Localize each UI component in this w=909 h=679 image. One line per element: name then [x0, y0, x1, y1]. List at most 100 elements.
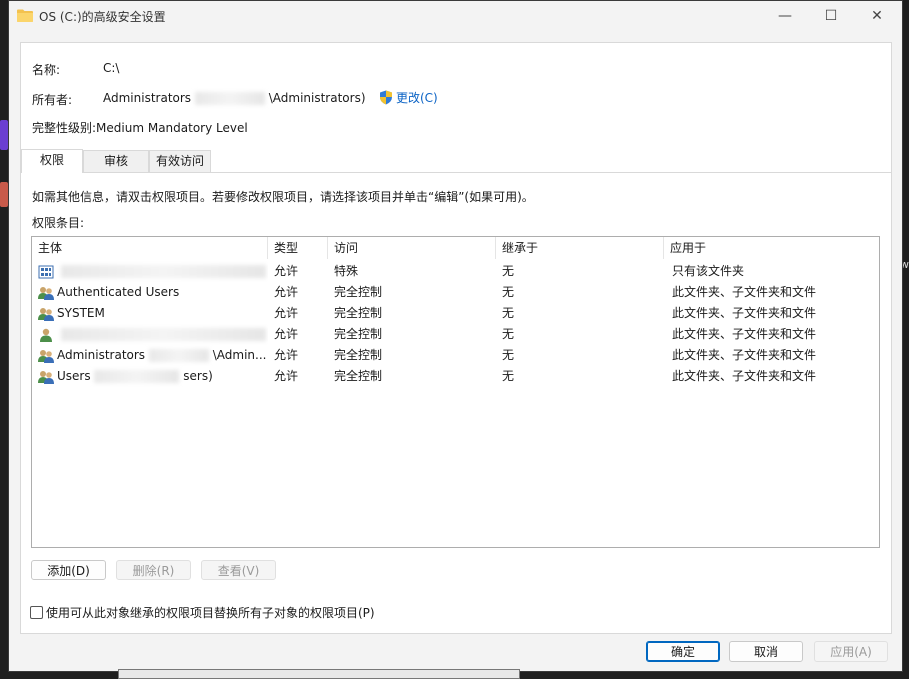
table-row[interactable]: 允许 特殊 无 只有该文件夹 — [32, 261, 879, 282]
inherited-cell: 无 — [502, 306, 515, 320]
type-cell: 允许 — [274, 264, 299, 278]
close-button[interactable]: ✕ — [854, 1, 900, 31]
inherited-cell: 无 — [502, 327, 515, 341]
replace-child-permissions-row[interactable]: 使用可从此对象继承的权限项目替换所有子对象的权限项目(P) — [30, 604, 375, 621]
inherited-cell: 无 — [502, 285, 515, 299]
folder-icon — [17, 9, 33, 22]
close-icon: ✕ — [871, 8, 883, 24]
single-user-icon — [40, 328, 52, 342]
applies-to-cell: 此文件夹、子文件夹和文件 — [672, 348, 817, 362]
owner-row: 所有者: Administrators \Administrators) 更改(… — [32, 90, 438, 108]
background-window-edge — [118, 669, 520, 679]
redacted-region — [148, 349, 209, 362]
inherited-cell: 无 — [502, 264, 515, 278]
access-cell: 完全控制 — [334, 306, 383, 320]
view-button[interactable]: 查看(V) — [201, 560, 276, 580]
tab-bar: 权限 审核 有效访问 — [21, 149, 891, 173]
permission-entries-table[interactable]: 主体 类型 访问 继承于 应用于 允许 特殊 无 只有该文件夹 Authenti… — [31, 236, 880, 548]
table-row[interactable]: Users sers) 允许 完全控制 无 此文件夹、子文件夹和文件 — [32, 366, 879, 387]
principal-name: Users — [57, 369, 91, 383]
table-row[interactable]: Authenticated Users 允许 完全控制 无 此文件夹、子文件夹和… — [32, 282, 879, 303]
principal-cell: Authenticated Users — [32, 282, 268, 303]
type-cell: 允许 — [274, 348, 299, 362]
permission-entries-label: 权限条目: — [32, 216, 85, 230]
redacted-region — [194, 92, 265, 105]
advanced-security-settings-window: OS (C:)的高级安全设置 — ☐ ✕ 名称: C:\ 所有者: Admini… — [8, 0, 903, 672]
group-users-icon — [38, 286, 54, 300]
type-cell: 允许 — [274, 327, 299, 341]
group-users-icon — [38, 349, 54, 363]
app-package-icon — [38, 265, 54, 278]
access-cell: 完全控制 — [334, 285, 383, 299]
applies-to-cell: 只有该文件夹 — [672, 264, 745, 278]
access-cell: 特殊 — [334, 264, 359, 278]
type-cell: 允许 — [274, 369, 299, 383]
maximize-button[interactable]: ☐ — [808, 1, 854, 31]
replace-child-permissions-label: 使用可从此对象继承的权限项目替换所有子对象的权限项目(P) — [46, 606, 375, 620]
owner-label: 所有者: — [32, 93, 73, 107]
add-button[interactable]: 添加(D) — [31, 560, 106, 580]
group-users-icon — [38, 370, 54, 384]
change-owner-label: 更改(C) — [396, 91, 438, 105]
name-value: C:\ — [103, 61, 120, 75]
tab-permissions[interactable]: 权限 — [21, 149, 83, 173]
background-window-accent — [0, 120, 8, 150]
replace-child-permissions-checkbox[interactable] — [30, 606, 43, 619]
access-cell: 完全控制 — [334, 348, 383, 362]
uac-shield-icon — [380, 90, 392, 105]
principal-cell: SYSTEM — [32, 303, 268, 324]
background-window-accent-2 — [0, 182, 8, 207]
change-owner-link[interactable]: 更改(C) — [379, 89, 438, 106]
integrity-value: Medium Mandatory Level — [96, 121, 248, 135]
instruction-text: 如需其他信息，请双击权限项目。若要修改权限项目，请选择该项目并单击“编辑”(如果… — [32, 190, 534, 204]
integrity-label: 完整性级别: — [32, 121, 97, 135]
column-header-applies-to[interactable]: 应用于 — [664, 237, 879, 259]
inherited-cell: 无 — [502, 348, 515, 362]
group-users-icon — [38, 307, 54, 321]
column-header-type[interactable]: 类型 — [268, 237, 328, 259]
type-cell: 允许 — [274, 285, 299, 299]
inherited-cell: 无 — [502, 369, 515, 383]
principal-cell: Administrators \Admin... — [32, 345, 268, 366]
redacted-region — [94, 370, 180, 383]
remove-button[interactable]: 删除(R) — [116, 560, 191, 580]
table-row[interactable]: Administrators \Admin... 允许 完全控制 无 此文件夹、… — [32, 345, 879, 366]
column-header-access[interactable]: 访问 — [328, 237, 496, 259]
principal-cell — [32, 261, 268, 282]
window-title: OS (C:)的高级安全设置 — [39, 10, 166, 24]
applies-to-cell: 此文件夹、子文件夹和文件 — [672, 306, 817, 320]
table-header: 主体 类型 访问 继承于 应用于 — [32, 237, 879, 259]
principal-cell — [32, 324, 268, 345]
integrity-row: 完整性级别:Medium Mandatory Level — [32, 119, 248, 136]
ok-button[interactable]: 确定 — [646, 641, 720, 662]
access-cell: 完全控制 — [334, 327, 383, 341]
applies-to-cell: 此文件夹、子文件夹和文件 — [672, 327, 817, 341]
dialog-content: 名称: C:\ 所有者: Administrators \Administrat… — [20, 42, 892, 634]
applies-to-cell: 此文件夹、子文件夹和文件 — [672, 285, 817, 299]
name-label: 名称: — [32, 63, 61, 77]
owner-value: Administrators \Administrators) — [103, 91, 366, 105]
applies-to-cell: 此文件夹、子文件夹和文件 — [672, 369, 817, 383]
table-row[interactable]: 允许 完全控制 无 此文件夹、子文件夹和文件 — [32, 324, 879, 345]
minimize-button[interactable]: — — [762, 1, 808, 31]
table-row[interactable]: SYSTEM 允许 完全控制 无 此文件夹、子文件夹和文件 — [32, 303, 879, 324]
access-cell: 完全控制 — [334, 369, 383, 383]
principal-name: Authenticated Users — [57, 285, 180, 299]
principal-name-suffix: \Admin... — [212, 348, 267, 362]
principal-cell: Users sers) — [32, 366, 268, 387]
owner-value-prefix: Administrators — [103, 91, 192, 105]
title-bar[interactable]: OS (C:)的高级安全设置 — ☐ ✕ — [9, 1, 902, 31]
column-header-principal[interactable]: 主体 — [32, 237, 268, 259]
redacted-region — [60, 265, 266, 278]
type-cell: 允许 — [274, 306, 299, 320]
cancel-button[interactable]: 取消 — [729, 641, 803, 662]
redacted-region — [60, 328, 266, 341]
owner-value-suffix: \Administrators) — [268, 91, 366, 105]
apply-button[interactable]: 应用(A) — [814, 641, 888, 662]
maximize-icon: ☐ — [824, 8, 838, 24]
column-header-inherited-from[interactable]: 继承于 — [496, 237, 664, 259]
tab-effective-access[interactable]: 有效访问 — [149, 150, 211, 172]
name-row: 名称: C:\ — [32, 61, 119, 78]
principal-name: SYSTEM — [57, 306, 105, 320]
tab-auditing[interactable]: 审核 — [83, 150, 149, 172]
